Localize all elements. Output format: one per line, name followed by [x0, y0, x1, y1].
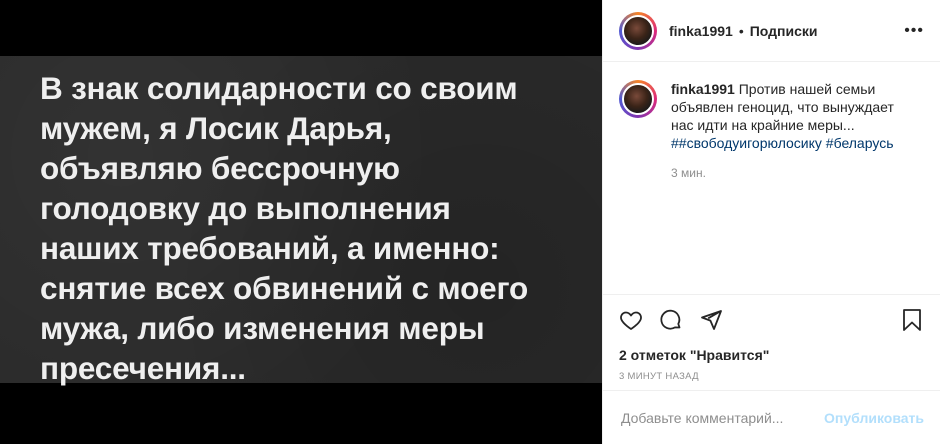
posted-time[interactable]: 3 минут назад — [603, 366, 940, 388]
post-image[interactable]: В знак солидарности со своим мужем, я Ло… — [0, 56, 602, 386]
post-side-panel: finka1991 • Подписки ••• finka1991 Проти… — [602, 0, 940, 444]
caption-avatar-image — [622, 83, 654, 115]
header-separator: • — [738, 22, 744, 39]
avatar-image — [622, 14, 654, 47]
avatar[interactable] — [619, 11, 657, 50]
heart-icon[interactable] — [619, 308, 643, 332]
caption-body: finka1991 Против нашей семьи объявлен ге… — [671, 80, 911, 182]
caption-hashtags[interactable]: ##свободуигорюлосику #беларусь — [671, 134, 911, 152]
following-button[interactable]: Подписки — [750, 23, 818, 39]
action-bar — [603, 294, 940, 344]
bookmark-icon[interactable] — [900, 308, 924, 332]
post-modal: В знак солидарности со своим мужем, я Ло… — [0, 0, 940, 444]
header-username[interactable]: finka1991 — [669, 23, 733, 39]
comments-area: finka1991 Против нашей семьи объявлен ге… — [603, 62, 940, 294]
caption-time[interactable]: 3 мин. — [671, 164, 911, 182]
comment-input[interactable] — [619, 408, 825, 427]
post-header: finka1991 • Подписки ••• — [603, 0, 940, 62]
share-icon[interactable] — [699, 308, 723, 332]
likes-count[interactable]: 2 отметок "Нравится" — [603, 344, 940, 366]
more-options-icon[interactable]: ••• — [904, 22, 924, 40]
comment-icon[interactable] — [659, 308, 683, 332]
post-media: В знак солидарности со своим мужем, я Ло… — [0, 0, 602, 444]
add-comment-bar: Опубликовать — [603, 390, 940, 444]
post-image-text: В знак солидарности со своим мужем, я Ло… — [40, 70, 529, 386]
caption-comment: finka1991 Против нашей семьи объявлен ге… — [619, 80, 924, 182]
caption-avatar[interactable] — [619, 80, 657, 118]
caption-username[interactable]: finka1991 — [671, 81, 735, 97]
post-comment-button[interactable]: Опубликовать — [824, 410, 924, 426]
